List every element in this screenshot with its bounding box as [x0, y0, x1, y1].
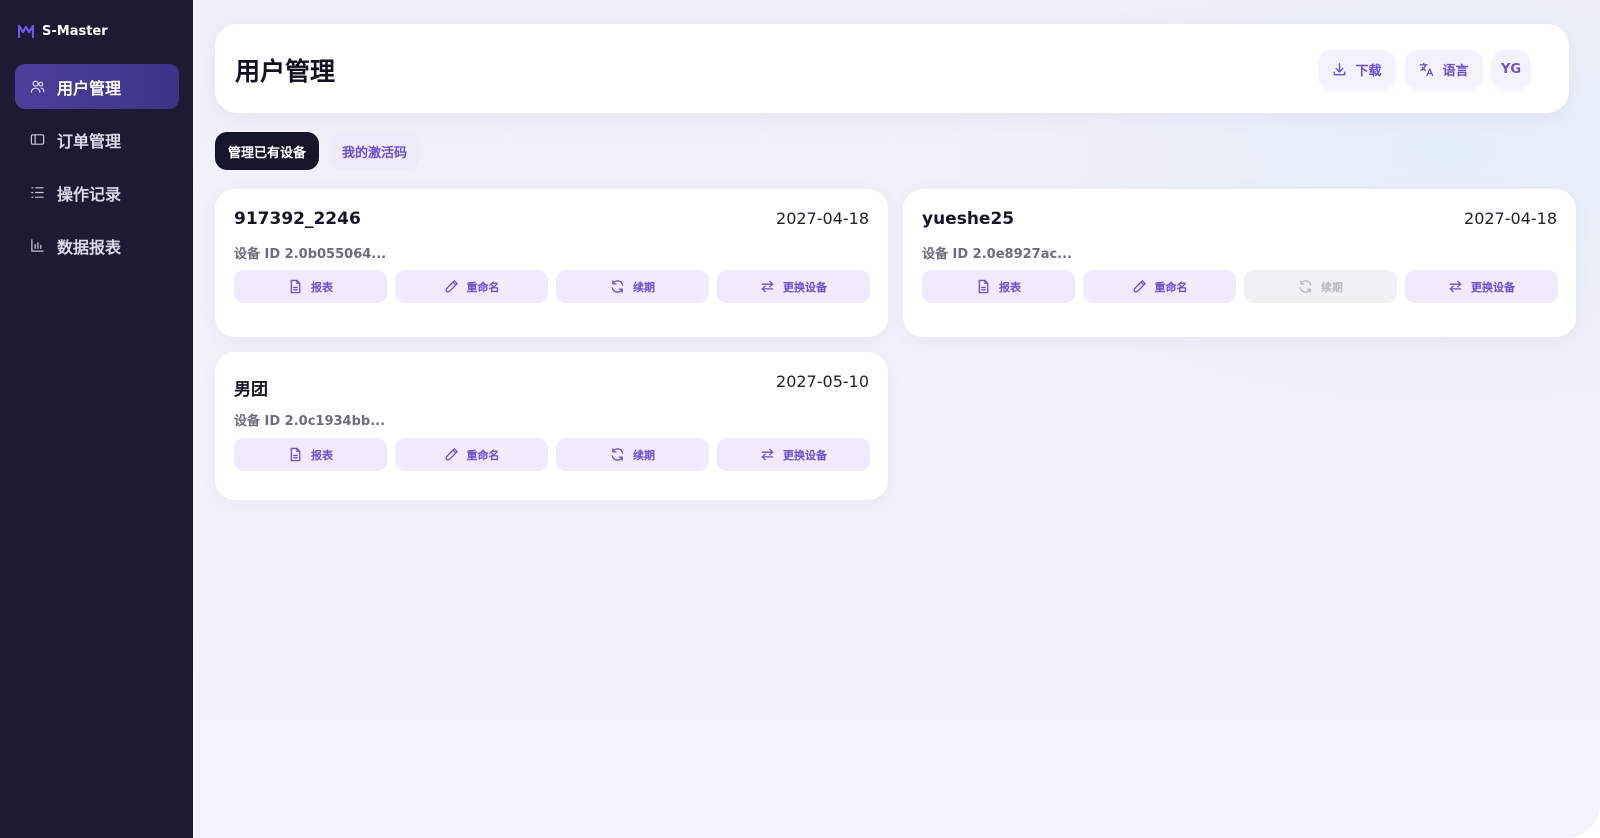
- renew-button[interactable]: 续期: [1244, 270, 1397, 303]
- download-icon: [1334, 62, 1346, 75]
- device-name: 男团: [234, 380, 268, 400]
- device-expiry: 2027-04-18: [776, 209, 869, 228]
- renew-label: 续期: [633, 280, 655, 294]
- replace-device-button[interactable]: 更换设备: [717, 438, 870, 471]
- rename-button[interactable]: 重命名: [395, 438, 548, 471]
- pencil-icon: [1133, 280, 1146, 293]
- device-expiry: 2027-04-18: [1464, 209, 1557, 228]
- rename-label: 重命名: [466, 448, 500, 462]
- sidebar-item-operation-log[interactable]: 操作记录: [15, 170, 179, 215]
- tab-manage-devices[interactable]: 管理已有设备: [215, 132, 320, 170]
- device-name: 917392_2246: [234, 209, 361, 229]
- report-label: 报表: [999, 280, 1021, 294]
- users-icon: [29, 79, 45, 95]
- sidebar-item-label: 数据报表: [57, 237, 122, 257]
- replace-device-label: 更换设备: [783, 448, 827, 462]
- device-card: 男团 2027-05-10 设备 ID 2.0c1934bb... 报表 重命名: [215, 352, 888, 500]
- device-id: 设备 ID 2.0e8927ac...: [922, 247, 1073, 262]
- sidebar-item-user-management[interactable]: 用户管理: [15, 64, 179, 109]
- page-header: 用户管理 下载 语言 YG: [215, 24, 1569, 113]
- device-id: 设备 ID 2.0b055064...: [234, 247, 387, 262]
- list-icon: [29, 185, 45, 201]
- screen-frame: S-Master 用户管理 订单管理 操作记录 数据报表 用户管理 下载 语言 …: [0, 0, 1600, 838]
- avatar[interactable]: YG: [1492, 50, 1530, 88]
- brand-name: S-Master: [42, 23, 108, 39]
- sidebar-nav: 用户管理 订单管理 操作记录 数据报表: [15, 64, 179, 276]
- document-icon: [978, 279, 989, 294]
- brand[interactable]: S-Master: [17, 20, 108, 42]
- replace-device-label: 更换设备: [783, 280, 827, 294]
- avatar-initials: YG: [1500, 61, 1522, 77]
- app-window: S-Master 用户管理 订单管理 操作记录 数据报表 用户管理 下载 语言 …: [0, 0, 1600, 838]
- translate-icon: [1420, 62, 1434, 76]
- report-button[interactable]: 报表: [234, 438, 387, 471]
- report-button[interactable]: 报表: [234, 270, 387, 303]
- sidebar: S-Master 用户管理 订单管理 操作记录 数据报表: [0, 0, 193, 838]
- report-label: 报表: [311, 448, 333, 462]
- device-actions: 报表 重命名 续期 更换设备: [234, 438, 870, 471]
- bar-chart-icon: [29, 238, 45, 254]
- rename-label: 重命名: [1154, 280, 1188, 294]
- device-actions: 报表 重命名 续期 更换设备: [234, 270, 870, 303]
- device-card: 917392_2246 2027-04-18 设备 ID 2.0b055064.…: [215, 189, 888, 337]
- download-label: 下载: [1355, 63, 1382, 79]
- pencil-icon: [445, 448, 458, 461]
- replace-device-button[interactable]: 更换设备: [1405, 270, 1558, 303]
- refresh-icon: [1299, 280, 1312, 293]
- device-expiry: 2027-05-10: [776, 372, 869, 391]
- renew-label: 续期: [633, 448, 655, 462]
- swap-icon: [761, 448, 774, 461]
- device-id: 设备 ID 2.0c1934bb...: [234, 414, 386, 429]
- device-actions: 报表 重命名 续期 更换设备: [922, 270, 1558, 303]
- sidebar-item-data-report[interactable]: 数据报表: [15, 223, 179, 268]
- refresh-icon: [611, 448, 624, 461]
- language-label: 语言: [1442, 63, 1469, 79]
- page-title: 用户管理: [235, 57, 336, 86]
- sidebar-item-label: 订单管理: [57, 131, 122, 151]
- rename-button[interactable]: 重命名: [1083, 270, 1236, 303]
- sidebar-item-label: 用户管理: [57, 78, 122, 98]
- brand-logo-icon: [17, 24, 35, 39]
- swap-icon: [1449, 280, 1462, 293]
- renew-button[interactable]: 续期: [556, 270, 709, 303]
- report-button[interactable]: 报表: [922, 270, 1075, 303]
- tab-bar: 管理已有设备 我的激活码: [215, 132, 421, 170]
- device-card: yueshe25 2027-04-18 设备 ID 2.0e8927ac... …: [903, 189, 1576, 337]
- replace-device-button[interactable]: 更换设备: [717, 270, 870, 303]
- report-label: 报表: [311, 280, 333, 294]
- renew-button[interactable]: 续期: [556, 438, 709, 471]
- sidebar-item-label: 操作记录: [57, 184, 122, 204]
- renew-label: 续期: [1321, 280, 1343, 294]
- rename-label: 重命名: [466, 280, 500, 294]
- order-icon: [29, 132, 45, 148]
- tab-activation-codes[interactable]: 我的激活码: [329, 132, 421, 170]
- document-icon: [290, 279, 301, 294]
- replace-device-label: 更换设备: [1471, 280, 1515, 294]
- rename-button[interactable]: 重命名: [395, 270, 548, 303]
- language-button[interactable]: 语言: [1406, 50, 1482, 88]
- download-button[interactable]: 下载: [1319, 50, 1395, 88]
- refresh-icon: [611, 280, 624, 293]
- device-name: yueshe25: [922, 209, 1015, 229]
- pencil-icon: [445, 280, 458, 293]
- sidebar-item-order-management[interactable]: 订单管理: [15, 117, 179, 162]
- main-content: 用户管理 下载 语言 YG 管理已有设备 我的激活码 917392_2246 2…: [193, 0, 1600, 838]
- document-icon: [290, 447, 301, 462]
- swap-icon: [761, 280, 774, 293]
